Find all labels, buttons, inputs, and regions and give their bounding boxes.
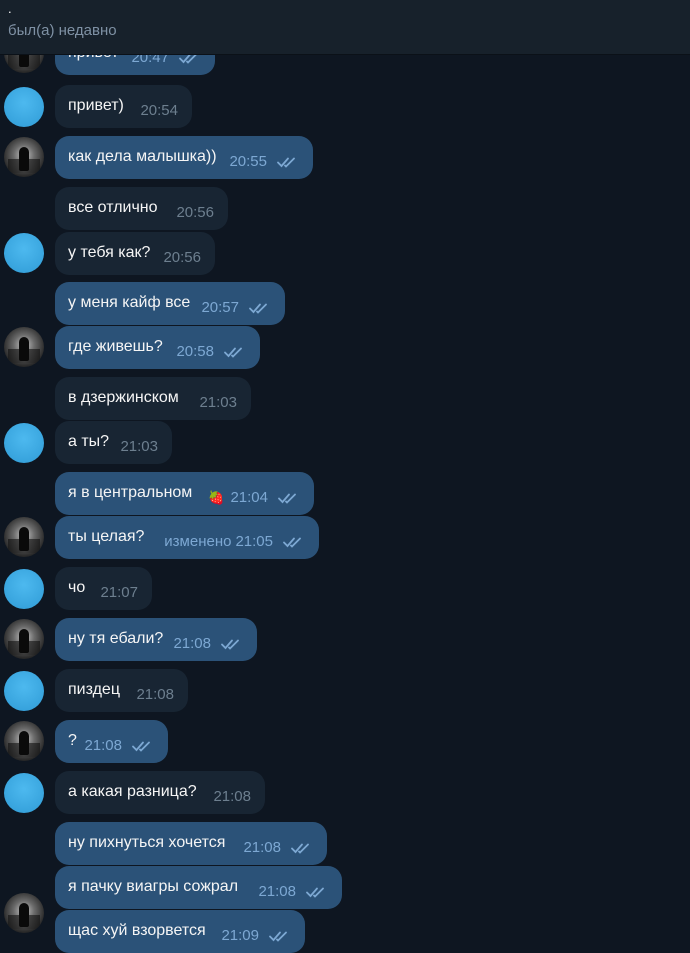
message-text: я в центральном [68, 484, 193, 501]
message-time: 20:57 [201, 299, 239, 316]
message-text: а какая разница? [68, 783, 197, 800]
message-time: 20:55 [229, 153, 267, 170]
contact-avatar[interactable] [4, 773, 44, 813]
edited-label: изменено [164, 533, 232, 550]
message-text: чо [68, 579, 86, 596]
message-text: в дзержинском [68, 389, 179, 406]
message-text: все отлично [68, 199, 158, 216]
message-time: 21:05 [235, 533, 273, 550]
contact-status: был(а) недавно [8, 22, 117, 39]
message-text: ? [68, 732, 77, 749]
message-text: ну пихнуться хочется [68, 834, 226, 851]
message-time: 21:03 [120, 438, 158, 455]
message-time: 21:08 [213, 788, 251, 805]
message-text: у меня кайф все [68, 294, 191, 311]
message-outgoing[interactable]: ну тя ебали? 21:08 [55, 618, 257, 661]
contact-avatar[interactable] [4, 233, 44, 273]
message-incoming[interactable]: у тебя как? 20:56 [55, 232, 215, 275]
message-time: 21:09 [221, 927, 259, 944]
message-time: 20:56 [176, 204, 214, 221]
double-check-icon [224, 347, 242, 358]
message-text: а ты? [68, 433, 110, 450]
message-text: привет) [68, 97, 124, 114]
my-avatar[interactable] [4, 893, 44, 933]
message-incoming[interactable]: все отлично 20:56 [55, 187, 228, 230]
double-check-icon [277, 157, 295, 168]
message-text: ну тя ебали? [68, 630, 164, 647]
message-time: 21:08 [173, 635, 211, 652]
message-outgoing[interactable]: я в центральном 🍓 21:04 [55, 472, 314, 515]
double-check-icon [306, 887, 324, 898]
my-avatar[interactable] [4, 721, 44, 761]
my-avatar[interactable] [4, 517, 44, 557]
double-check-icon [283, 537, 301, 548]
message-text: где живешь? [68, 338, 163, 355]
contact-name[interactable]: . [8, 1, 12, 17]
message-time: 21:07 [100, 584, 138, 601]
strawberry-icon: 🍓 [208, 490, 225, 505]
contact-avatar[interactable] [4, 671, 44, 711]
chat-header[interactable]: . был(а) недавно [0, 0, 690, 55]
double-check-icon [278, 493, 296, 504]
message-outgoing[interactable]: как дела малышка)) 20:55 [55, 136, 313, 179]
message-time: 21:08 [136, 686, 174, 703]
message-incoming[interactable]: в дзержинском 21:03 [55, 377, 251, 420]
message-outgoing[interactable]: у меня кайф все 20:57 [55, 282, 285, 325]
contact-avatar[interactable] [4, 569, 44, 609]
message-outgoing[interactable]: где живешь? 20:58 [55, 326, 260, 369]
message-time: 21:03 [199, 394, 237, 411]
double-check-icon [269, 931, 287, 942]
message-text: у тебя как? [68, 244, 151, 261]
message-incoming[interactable]: а ты? 21:03 [55, 421, 172, 464]
message-outgoing[interactable]: ? 21:08 [55, 720, 168, 763]
double-check-icon [221, 639, 239, 650]
message-text: ты целая? [68, 528, 145, 545]
message-text: пиздец [68, 681, 120, 698]
contact-avatar[interactable] [4, 423, 44, 463]
contact-avatar[interactable] [4, 87, 44, 127]
chat-area[interactable]: привет 20:47 привет) 20:54 как дела малы… [0, 0, 690, 953]
message-outgoing[interactable]: ты целая? изменено 21:05 [55, 516, 319, 559]
message-incoming[interactable]: привет) 20:54 [55, 85, 192, 128]
double-check-icon [249, 303, 267, 314]
double-check-icon [132, 741, 150, 752]
message-incoming[interactable]: чо 21:07 [55, 567, 152, 610]
my-avatar[interactable] [4, 327, 44, 367]
message-time: 21:08 [84, 737, 122, 754]
my-avatar[interactable] [4, 137, 44, 177]
message-time: 21:08 [258, 883, 296, 900]
message-time: 20:54 [140, 102, 178, 119]
double-check-icon [291, 843, 309, 854]
message-time: 20:58 [176, 343, 214, 360]
my-avatar[interactable] [4, 619, 44, 659]
message-outgoing[interactable]: я пачку виагры сожрал 21:08 [55, 866, 342, 909]
message-outgoing[interactable]: щас хуй взорвется 21:09 [55, 910, 305, 953]
message-text: щас хуй взорвется [68, 922, 206, 939]
message-text: как дела малышка)) [68, 148, 217, 165]
message-text: я пачку виагры сожрал [68, 878, 239, 895]
message-outgoing[interactable]: ну пихнуться хочется 21:08 [55, 822, 327, 865]
message-incoming[interactable]: пиздец 21:08 [55, 669, 188, 712]
message-time: 21:08 [243, 839, 281, 856]
message-time: 20:56 [163, 249, 201, 266]
message-incoming[interactable]: а какая разница? 21:08 [55, 771, 265, 814]
message-time: 21:04 [230, 489, 268, 506]
